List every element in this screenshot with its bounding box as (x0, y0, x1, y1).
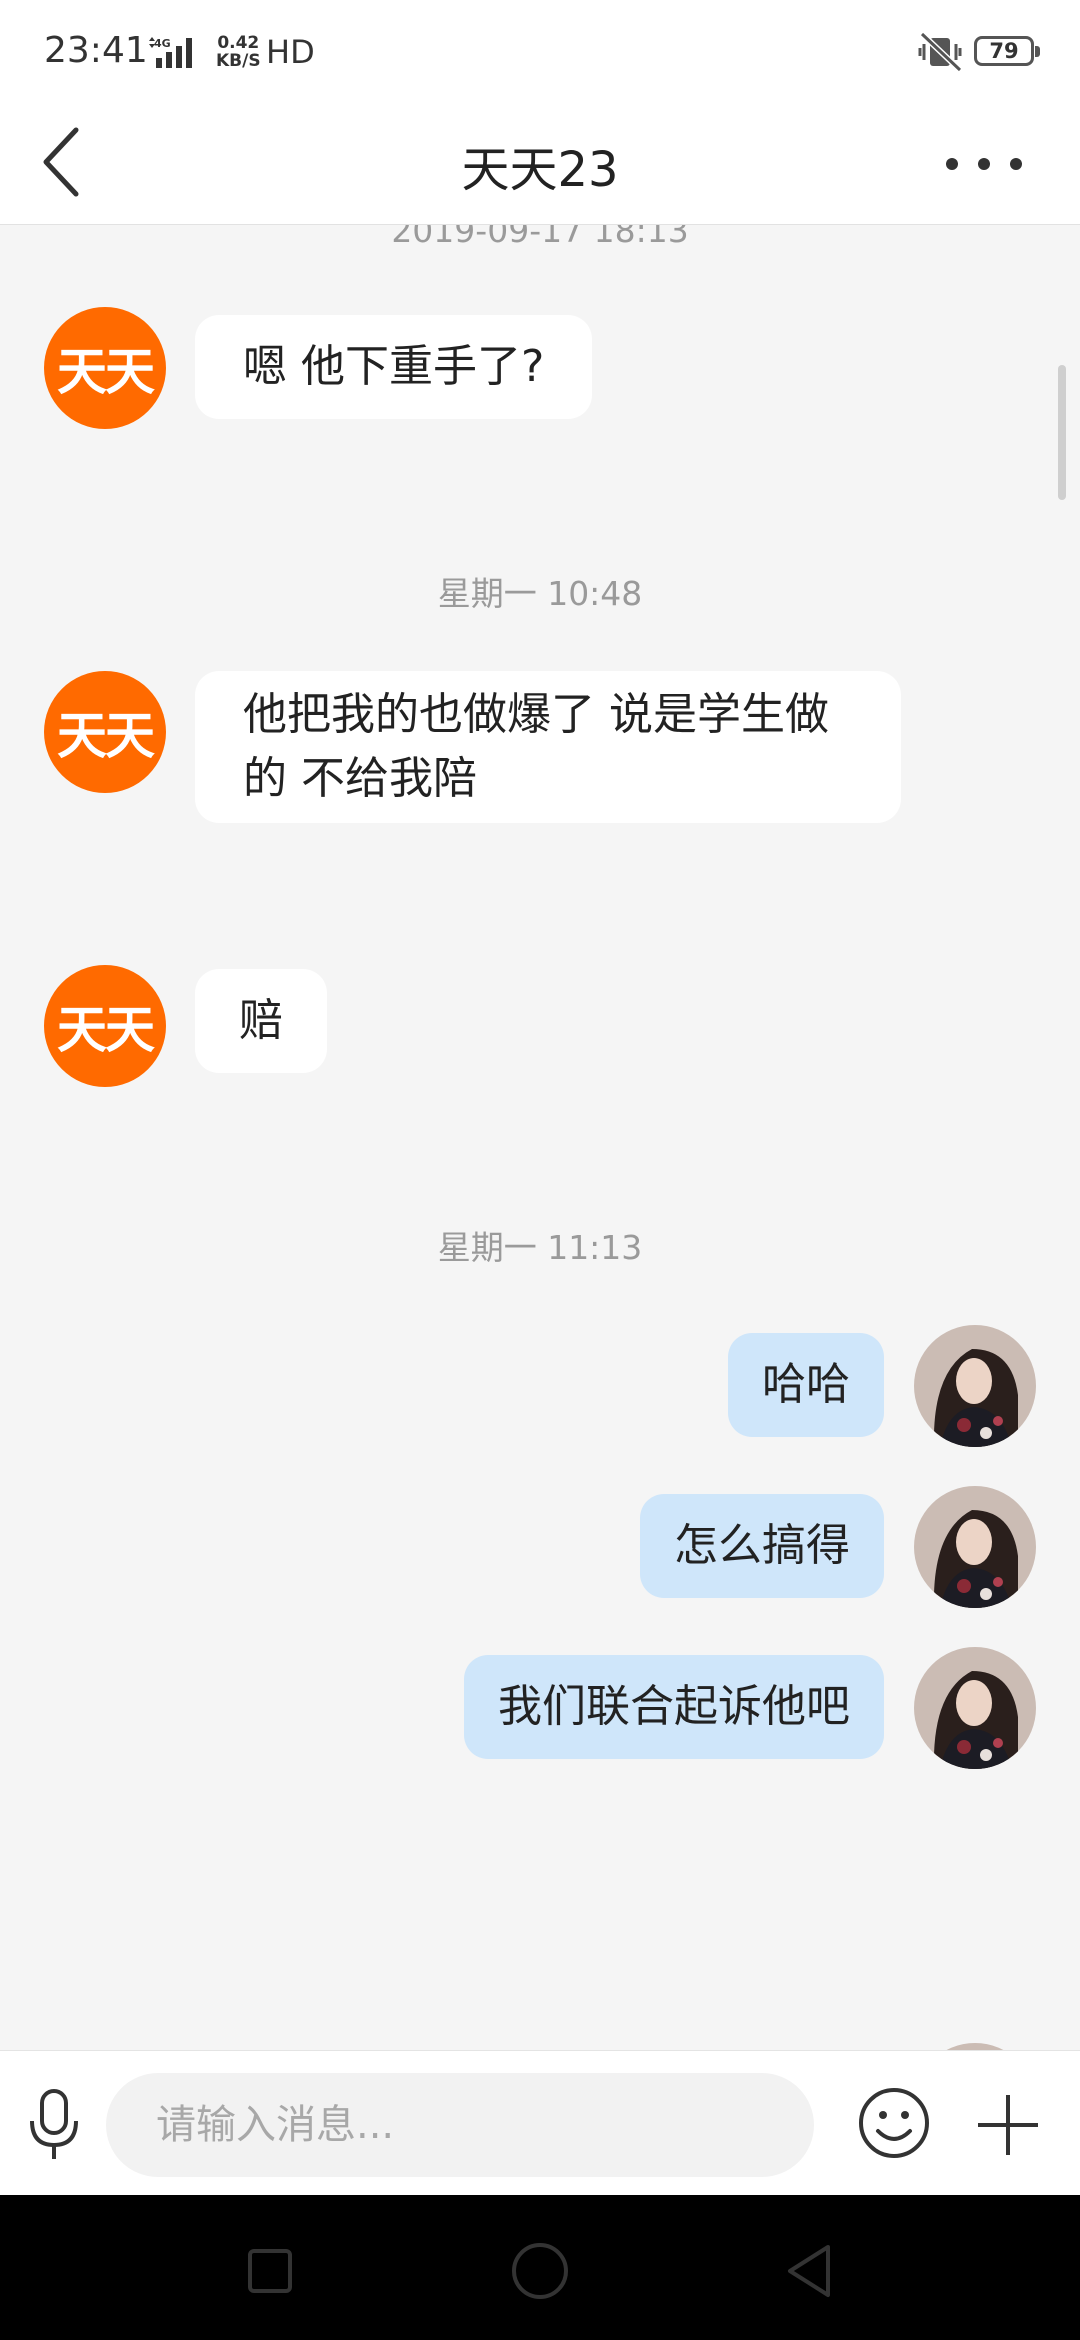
incoming-message[interactable]: 他把我的也做爆了 说是学生做的 不给我陪 (195, 671, 901, 823)
system-nav-bar (0, 2195, 1080, 2340)
circle-icon (512, 2243, 568, 2299)
profile-photo (914, 2043, 1036, 2050)
outgoing-message[interactable]: 哈哈 (728, 1333, 884, 1437)
user-avatar[interactable] (914, 1486, 1036, 1608)
battery-indicator: 79 (974, 36, 1040, 66)
message-timestamp: 星期一 11:13 (437, 1228, 643, 1267)
vibrate-off-icon (918, 31, 964, 76)
contact-avatar[interactable]: 天天 (44, 671, 166, 793)
page-title: 天天23 (461, 142, 619, 198)
plus-icon (978, 2095, 1038, 2155)
home-button[interactable] (510, 2241, 570, 2301)
back-nav-button[interactable] (780, 2241, 840, 2301)
network-speed: 0.42 KB/S (216, 34, 261, 70)
outgoing-message[interactable]: 我们联合起诉他吧 (464, 1655, 884, 1759)
speed-unit: KB/S (216, 51, 261, 71)
more-actions-button[interactable] (968, 2085, 1048, 2165)
smiley-icon (859, 2088, 929, 2158)
network-type-label: 4G (154, 37, 171, 50)
message-composer (0, 2050, 1080, 2196)
emoji-button[interactable] (856, 2085, 932, 2161)
user-avatar[interactable] (914, 1647, 1036, 1769)
message-timestamp: 2019-09-17 18:13 (391, 225, 689, 250)
user-avatar[interactable] (914, 2043, 1036, 2050)
contact-avatar[interactable]: 天天 (44, 307, 166, 429)
square-icon (248, 2249, 292, 2293)
hd-indicator: HD (266, 33, 315, 71)
profile-photo (914, 1325, 1036, 1447)
speed-value: 0.42 (217, 33, 260, 53)
voice-input-button[interactable] (22, 2087, 86, 2163)
message-list[interactable]: 2019-09-17 18:13 天天 嗯 他下重手了? 星期一 10:48 天… (0, 225, 1080, 2050)
triangle-back-icon (788, 2245, 830, 2297)
status-bar: 23:41 4G 0.42 KB/S HD 79 (0, 0, 1080, 100)
microphone-icon (30, 2089, 78, 2159)
profile-photo (914, 1647, 1036, 1769)
profile-photo (914, 1486, 1036, 1608)
more-options-button[interactable] (940, 136, 1050, 192)
outgoing-message[interactable]: 怎么搞得 (640, 1494, 884, 1598)
more-horizontal-icon (946, 158, 1022, 170)
contact-avatar[interactable]: 天天 (44, 965, 166, 1087)
message-input[interactable] (106, 2073, 814, 2177)
incoming-message[interactable]: 嗯 他下重手了? (195, 315, 593, 419)
chat-header: 天天23 (0, 100, 1080, 225)
incoming-message[interactable]: 赔 (195, 969, 327, 1073)
signal-icon: 4G (148, 36, 210, 74)
message-timestamp: 星期一 10:48 (437, 574, 643, 613)
status-time: 23:41 (44, 30, 148, 71)
user-avatar[interactable] (914, 1325, 1036, 1447)
recents-button[interactable] (240, 2241, 300, 2301)
scrollbar[interactable] (1058, 365, 1066, 500)
